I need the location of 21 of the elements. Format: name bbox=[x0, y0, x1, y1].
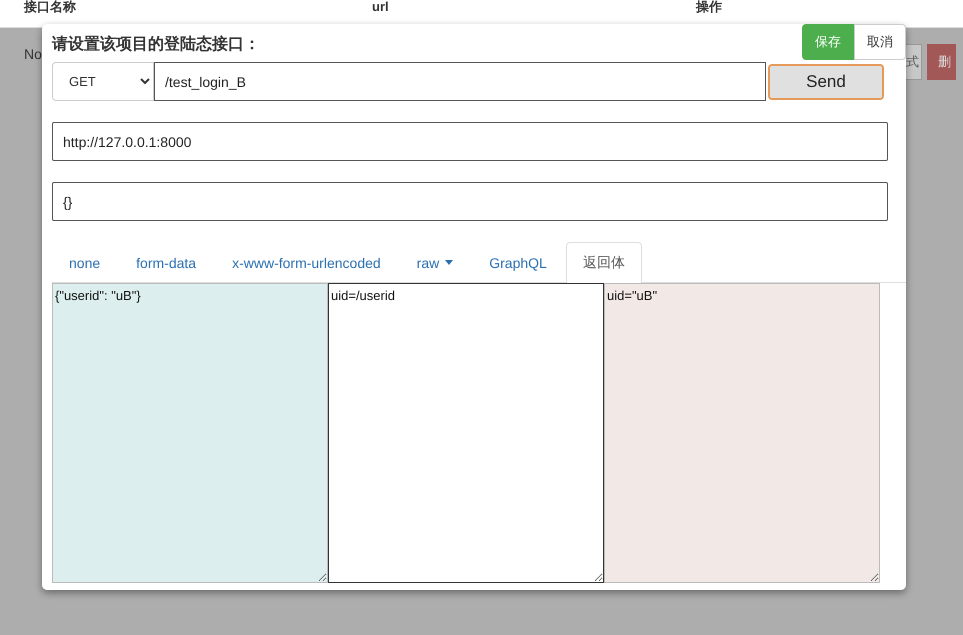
tab[interactable]: 返回体 bbox=[566, 242, 642, 284]
delete-button[interactable]: 删 bbox=[927, 44, 956, 80]
host-field[interactable]: http://127.0.0.1:8000 bbox=[52, 122, 888, 161]
cancel-button[interactable]: 取消 bbox=[854, 24, 906, 60]
dialog-title: 请设置该项目的登陆态接口： bbox=[52, 34, 260, 55]
tab[interactable]: none bbox=[52, 242, 118, 283]
body-field[interactable]: {} bbox=[52, 182, 888, 221]
text-area[interactable]: uid="uB" bbox=[604, 283, 880, 583]
tab[interactable]: raw bbox=[400, 242, 470, 283]
text-area[interactable]: {"userid": "uB"} bbox=[52, 283, 328, 583]
tab[interactable]: form-data bbox=[119, 242, 214, 283]
column-header: 操作 bbox=[696, 0, 723, 16]
tab[interactable]: GraphQL bbox=[472, 242, 564, 283]
row-text: No bbox=[24, 46, 42, 62]
text-area[interactable]: uid=/userid bbox=[328, 283, 604, 583]
column-header: url bbox=[372, 0, 390, 16]
tab[interactable]: x-www-form-urlencoded bbox=[215, 242, 398, 283]
path-field[interactable]: /test_login_B bbox=[154, 62, 766, 101]
method-select[interactable]: GET bbox=[52, 62, 154, 101]
column-header: 接口名称 bbox=[24, 0, 77, 16]
send-button[interactable]: Send bbox=[768, 64, 884, 100]
